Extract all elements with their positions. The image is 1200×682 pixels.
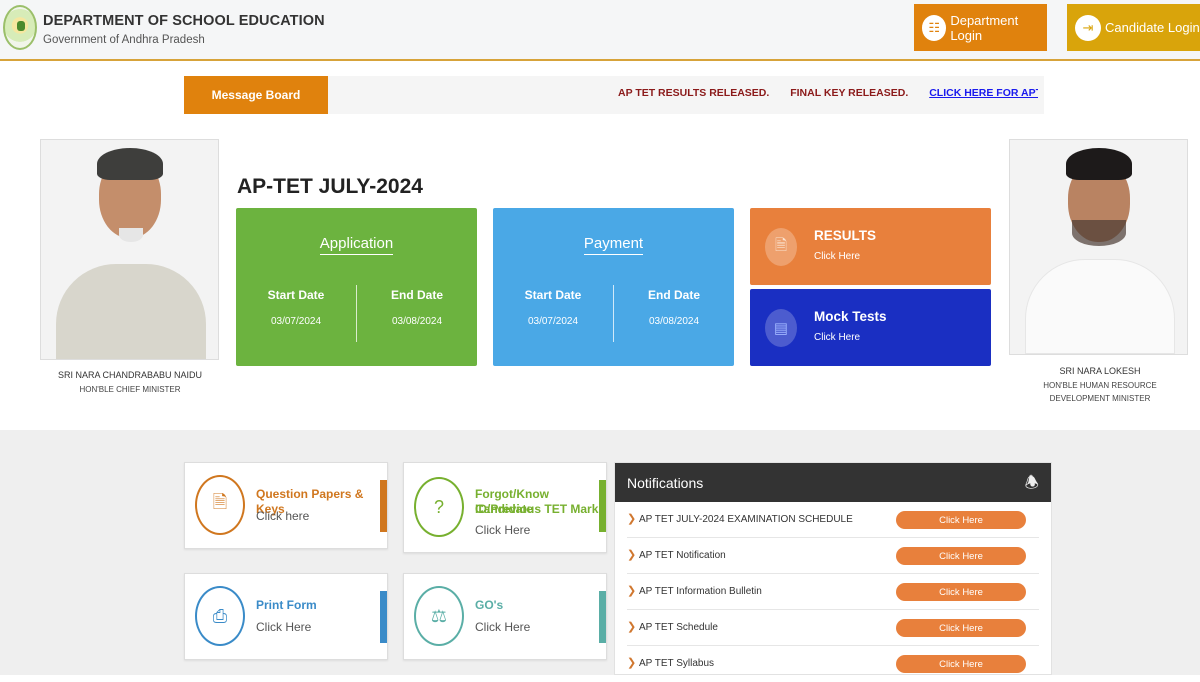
org-chart-icon: ☷ (922, 14, 947, 41)
payment-link[interactable]: Payment (583, 235, 644, 255)
payment-card[interactable]: Payment Start Date 03/07/2024 End Date 0… (493, 208, 734, 366)
forgot-candidate-title: ID/Previous TET Marks (475, 502, 606, 516)
notification-item: ❯ AP TET JULY-2024 EXAMINATION SCHEDULE … (627, 502, 1039, 538)
ticker-message: AP TET RESULTS RELEASED. (618, 87, 770, 99)
mock-tests-tile[interactable]: ▤ Mock Tests Click Here (750, 289, 991, 366)
ticker-message: FINAL KEY RELEASED. (790, 87, 909, 99)
mock-tests-click-here[interactable]: Click Here (814, 332, 860, 343)
printer-icon: ⎙ (195, 586, 245, 646)
forgot-candidate-id-link[interactable]: ? Forgot/Know Candidate ID/Previous TET … (403, 462, 607, 553)
notification-text: AP TET Notification (639, 550, 726, 561)
forgot-candidate-click: Click Here (475, 523, 531, 537)
chief-minister-photo (40, 139, 219, 360)
start-date-label: Start Date (524, 288, 582, 302)
gos-link[interactable]: ⚖ GO's Click Here (403, 573, 607, 660)
ticker-link[interactable]: CLICK HERE FOR APTET-2024 VID (929, 87, 1038, 99)
start-date-value: 03/07/2024 (270, 316, 322, 327)
click-here-button[interactable]: Click Here (896, 583, 1026, 601)
site-header: DEPARTMENT OF SCHOOL EDUCATION Governmen… (0, 0, 1200, 61)
accent-bar (380, 591, 387, 643)
gos-click: Click Here (475, 620, 531, 634)
accent-bar (599, 591, 606, 643)
notification-item: ❯ AP TET Syllabus Click Here (627, 646, 1039, 682)
print-form-title: Print Form (256, 598, 317, 612)
chevron-right-icon: ❯ (627, 621, 637, 633)
message-board: Message Board AP TET RESULTS RELEASED. F… (184, 76, 1044, 114)
notification-item: ❯ AP TET Information Bulletin Click Here (627, 574, 1039, 610)
candidate-login-button[interactable]: ⇥ Candidate Login (1067, 4, 1200, 51)
click-here-button[interactable]: Click Here (896, 655, 1026, 673)
end-date-value: 03/08/2024 (391, 316, 443, 327)
site-subtitle: Government of Andhra Pradesh (43, 34, 205, 46)
chief-minister-role: HON'BLE CHIEF MINISTER (79, 385, 181, 394)
chevron-right-icon: ❯ (627, 585, 637, 597)
accent-bar (380, 480, 387, 532)
notification-text: AP TET JULY-2024 EXAMINATION SCHEDULE (639, 514, 853, 525)
notification-text: AP TET Syllabus (639, 658, 715, 669)
notifications-panel: Notifications 🕭 ❯ AP TET JULY-2024 EXAMI… (614, 462, 1052, 675)
results-title: RESULTS (814, 228, 877, 243)
hrd-minister-photo (1009, 139, 1188, 355)
click-here-button[interactable]: Click Here (896, 547, 1026, 565)
message-ticker: AP TET RESULTS RELEASED. FINAL KEY RELEA… (618, 87, 1038, 99)
end-date-label: End Date (647, 288, 700, 302)
mock-tests-title: Mock Tests (814, 309, 887, 324)
application-card[interactable]: Application Start Date 03/07/2024 End Da… (236, 208, 477, 366)
end-date-value: 03/08/2024 (648, 316, 700, 327)
certificate-icon: 🗎 (765, 228, 797, 266)
sign-in-icon: ⇥ (1075, 14, 1101, 41)
chief-minister-name: SRI NARA CHANDRABABU NAIDU (57, 370, 203, 380)
chevron-right-icon: ❯ (627, 657, 637, 669)
results-click-here[interactable]: Click Here (814, 251, 860, 262)
chevron-right-icon: ❯ (627, 513, 637, 525)
gavel-icon: ⚖ (414, 586, 464, 646)
department-login-button[interactable]: ☷ Department Login (914, 4, 1047, 51)
notification-text: AP TET Information Bulletin (639, 586, 762, 597)
site-title: DEPARTMENT OF SCHOOL EDUCATION (43, 13, 325, 29)
notification-text: AP TET Schedule (639, 622, 718, 633)
chevron-right-icon: ❯ (627, 549, 637, 561)
question-person-icon: ? (414, 477, 464, 537)
candidate-login-label: Candidate Login (1105, 20, 1200, 35)
click-here-button[interactable]: Click Here (896, 619, 1026, 637)
hrd-minister-role: DEVELOPMENT MINISTER (1049, 394, 1151, 403)
notification-item: ❯ AP TET Schedule Click Here (627, 610, 1039, 646)
ap-emblem-icon[interactable] (3, 5, 37, 50)
end-date-label: End Date (390, 288, 443, 302)
print-form-link[interactable]: ⎙ Print Form Click Here (184, 573, 388, 660)
accent-bar (599, 480, 606, 532)
gos-title: GO's (475, 598, 504, 612)
start-date-label: Start Date (267, 288, 325, 302)
bell-icon: 🕭 (1024, 475, 1039, 492)
click-here-button[interactable]: Click Here (896, 511, 1026, 529)
document-icon: ▤ (765, 309, 797, 347)
document-check-icon: 🗎 (195, 475, 245, 535)
print-form-click: Click Here (256, 620, 312, 634)
application-link[interactable]: Application (319, 235, 394, 255)
start-date-value: 03/07/2024 (527, 316, 579, 327)
results-tile[interactable]: 🗎 RESULTS Click Here (750, 208, 991, 285)
department-login-label: Department Login (950, 12, 1019, 43)
notification-item: ❯ AP TET Notification Click Here (627, 538, 1039, 574)
notifications-title: Notifications (627, 474, 704, 491)
hrd-minister-role: HON'BLE HUMAN RESOURCE (1043, 381, 1157, 390)
notifications-header: Notifications 🕭 (615, 463, 1051, 502)
message-board-label: Message Board (184, 76, 328, 114)
question-papers-link[interactable]: 🗎 Question Papers & Keys Click here (184, 462, 388, 549)
page-title: AP-TET JULY-2024 (237, 175, 423, 198)
hrd-minister-name: SRI NARA LOKESH (1059, 366, 1141, 376)
question-papers-click: Click here (256, 509, 310, 523)
